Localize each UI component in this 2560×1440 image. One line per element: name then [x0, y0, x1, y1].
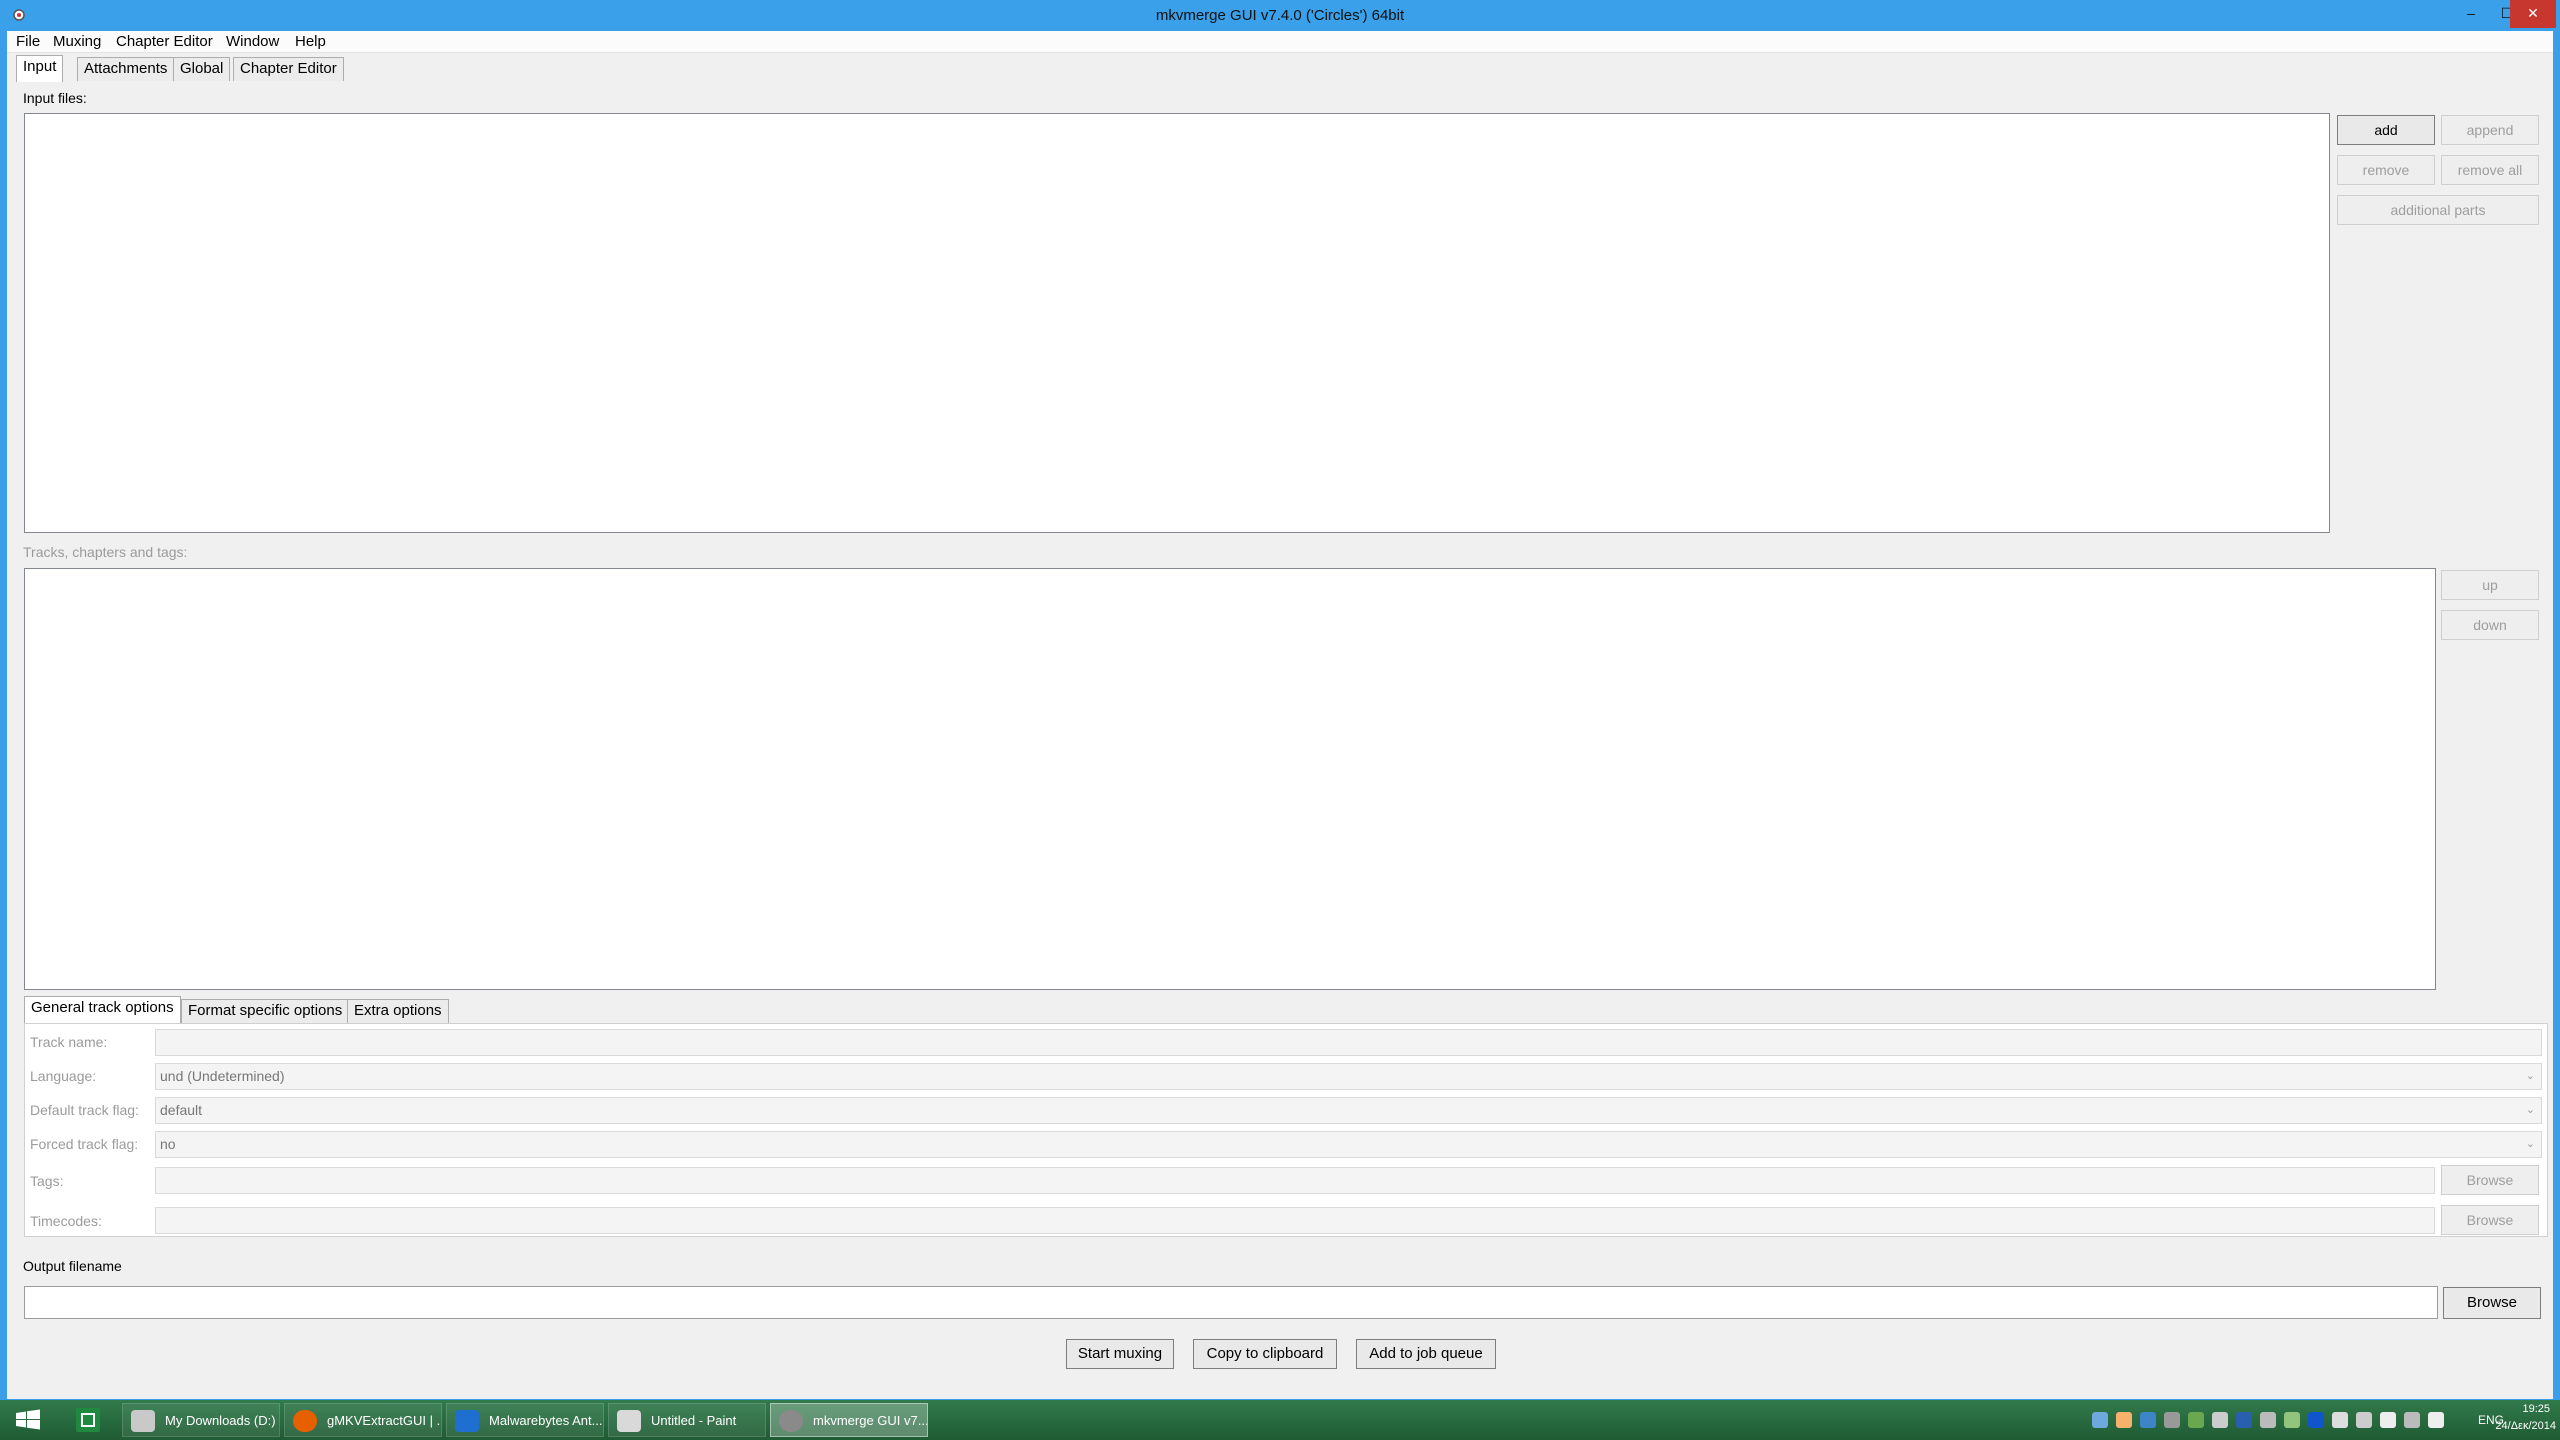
chevron-down-icon: ⌄ [2525, 1104, 2535, 1116]
menu-chapter-editor[interactable]: Chapter Editor [111, 32, 218, 52]
remove-button[interactable]: remove [2337, 155, 2435, 185]
down-button[interactable]: down [2441, 610, 2539, 640]
tray-app-icon[interactable] [2188, 1412, 2204, 1428]
cloud-icon[interactable] [2332, 1412, 2348, 1428]
tags-input[interactable] [155, 1167, 2435, 1194]
tray-app-icon[interactable] [2116, 1412, 2132, 1428]
firefox-icon [293, 1410, 317, 1432]
tab-general-track-options[interactable]: General track options [24, 996, 181, 1023]
volume-icon[interactable] [2428, 1412, 2444, 1428]
tray-app-icon[interactable] [2140, 1412, 2156, 1428]
taskbar-item-paint[interactable]: Untitled - Paint [608, 1403, 766, 1437]
menu-file[interactable]: File [11, 32, 45, 52]
clock-date[interactable]: 24/Δεκ/2014 [2470, 1420, 2556, 1432]
app-window: mkvmerge GUI v7.4.0 ('Circles') 64bit – … [0, 0, 2560, 1400]
add-to-job-queue-button[interactable]: Add to job queue [1356, 1339, 1496, 1369]
malwarebytes-icon [455, 1410, 479, 1432]
tab-attachments[interactable]: Attachments [77, 57, 175, 81]
window-title: mkvmerge GUI v7.4.0 ('Circles') 64bit [1155, 7, 1405, 24]
menu-muxing[interactable]: Muxing [48, 32, 106, 52]
flag-icon[interactable] [2356, 1412, 2372, 1428]
tags-label: Tags: [30, 1173, 64, 1189]
timecodes-input[interactable] [155, 1207, 2435, 1234]
tab-format-specific-options[interactable]: Format specific options [181, 999, 350, 1023]
chevron-down-icon: ⌄ [2525, 1070, 2535, 1082]
language-select[interactable]: und (Undetermined) ⌄ [155, 1063, 2542, 1090]
tray-app-icon[interactable] [2284, 1412, 2300, 1428]
tray-app-icon[interactable] [2236, 1412, 2252, 1428]
copy-to-clipboard-button[interactable]: Copy to clipboard [1193, 1339, 1337, 1369]
tab-input[interactable]: Input [16, 55, 64, 82]
tray-app-icon[interactable] [2212, 1412, 2228, 1428]
tray-app-icon[interactable] [2164, 1412, 2180, 1428]
default-track-flag-select[interactable]: default ⌄ [155, 1097, 2542, 1124]
language-label: Language: [30, 1068, 97, 1084]
power-icon[interactable] [2380, 1412, 2396, 1428]
menu-bar: File Muxing Chapter Editor Window Help [7, 31, 2553, 53]
close-button[interactable]: ✕ [2510, 0, 2556, 28]
start-windows-icon[interactable] [10, 1405, 46, 1435]
taskbar-item-firefox[interactable]: gMKVExtractGUI | ... [284, 1403, 442, 1437]
menu-help[interactable]: Help [290, 32, 331, 52]
timecodes-label: Timecodes: [30, 1213, 102, 1229]
input-files-label: Input files: [23, 90, 87, 106]
default-track-flag-label: Default track flag: [30, 1102, 139, 1118]
taskbar-item-mkvmerge[interactable]: mkvmerge GUI v7... [770, 1403, 928, 1437]
language-value: und (Undetermined) [160, 1068, 285, 1084]
tray-app-icon[interactable] [2260, 1412, 2276, 1428]
up-button[interactable]: up [2441, 570, 2539, 600]
taskbar-item-malwarebytes[interactable]: Malwarebytes Ant... [446, 1403, 604, 1437]
tab-global[interactable]: Global [173, 57, 231, 81]
add-button[interactable]: add [2337, 115, 2435, 145]
additional-parts-button[interactable]: additional parts [2337, 195, 2539, 225]
start-muxing-button[interactable]: Start muxing [1066, 1339, 1174, 1369]
remove-all-button[interactable]: remove all [2441, 155, 2539, 185]
output-filename-input[interactable] [24, 1286, 2438, 1319]
forced-track-flag-label: Forced track flag: [30, 1136, 139, 1152]
client-area: File Muxing Chapter Editor Window Help I… [7, 31, 2553, 1399]
chevron-down-icon: ⌄ [2525, 1138, 2535, 1150]
pinned-app-icon[interactable] [72, 1406, 104, 1434]
tab-extra-options[interactable]: Extra options [347, 999, 449, 1023]
track-name-label: Track name: [30, 1034, 108, 1050]
tab-chapter-editor[interactable]: Chapter Editor [233, 57, 344, 81]
forced-track-flag-select[interactable]: no ⌄ [155, 1131, 2542, 1158]
clock-time[interactable]: 19:25 [2486, 1403, 2550, 1415]
tracks-label: Tracks, chapters and tags: [23, 544, 188, 560]
output-browse-button[interactable]: Browse [2443, 1287, 2541, 1319]
minimize-button[interactable]: – [2454, 0, 2488, 28]
track-name-input[interactable] [155, 1029, 2542, 1056]
signal-icon[interactable] [2404, 1412, 2420, 1428]
tracks-list[interactable] [24, 568, 2436, 990]
tags-browse-button[interactable]: Browse [2441, 1165, 2539, 1195]
default-track-flag-value: default [160, 1102, 203, 1118]
title-bar[interactable]: mkvmerge GUI v7.4.0 ('Circles') 64bit – … [0, 0, 2560, 31]
taskbar-item-downloads[interactable]: My Downloads (D:) [122, 1403, 280, 1437]
forced-track-flag-value: no [160, 1136, 176, 1152]
mkvmerge-icon [779, 1410, 803, 1432]
timecodes-browse-button[interactable]: Browse [2441, 1205, 2539, 1235]
append-button[interactable]: append [2441, 115, 2539, 145]
input-files-list[interactable] [24, 113, 2330, 533]
taskbar: My Downloads (D:) gMKVExtractGUI | ... M… [0, 1400, 2560, 1440]
paint-icon [617, 1410, 641, 1432]
output-filename-label: Output filename [23, 1258, 122, 1274]
tray-network-icon[interactable] [2092, 1412, 2108, 1428]
menu-window[interactable]: Window [221, 32, 284, 52]
folder-icon [131, 1410, 155, 1432]
bluetooth-icon[interactable] [2308, 1412, 2324, 1428]
excel-icon [76, 1408, 100, 1432]
